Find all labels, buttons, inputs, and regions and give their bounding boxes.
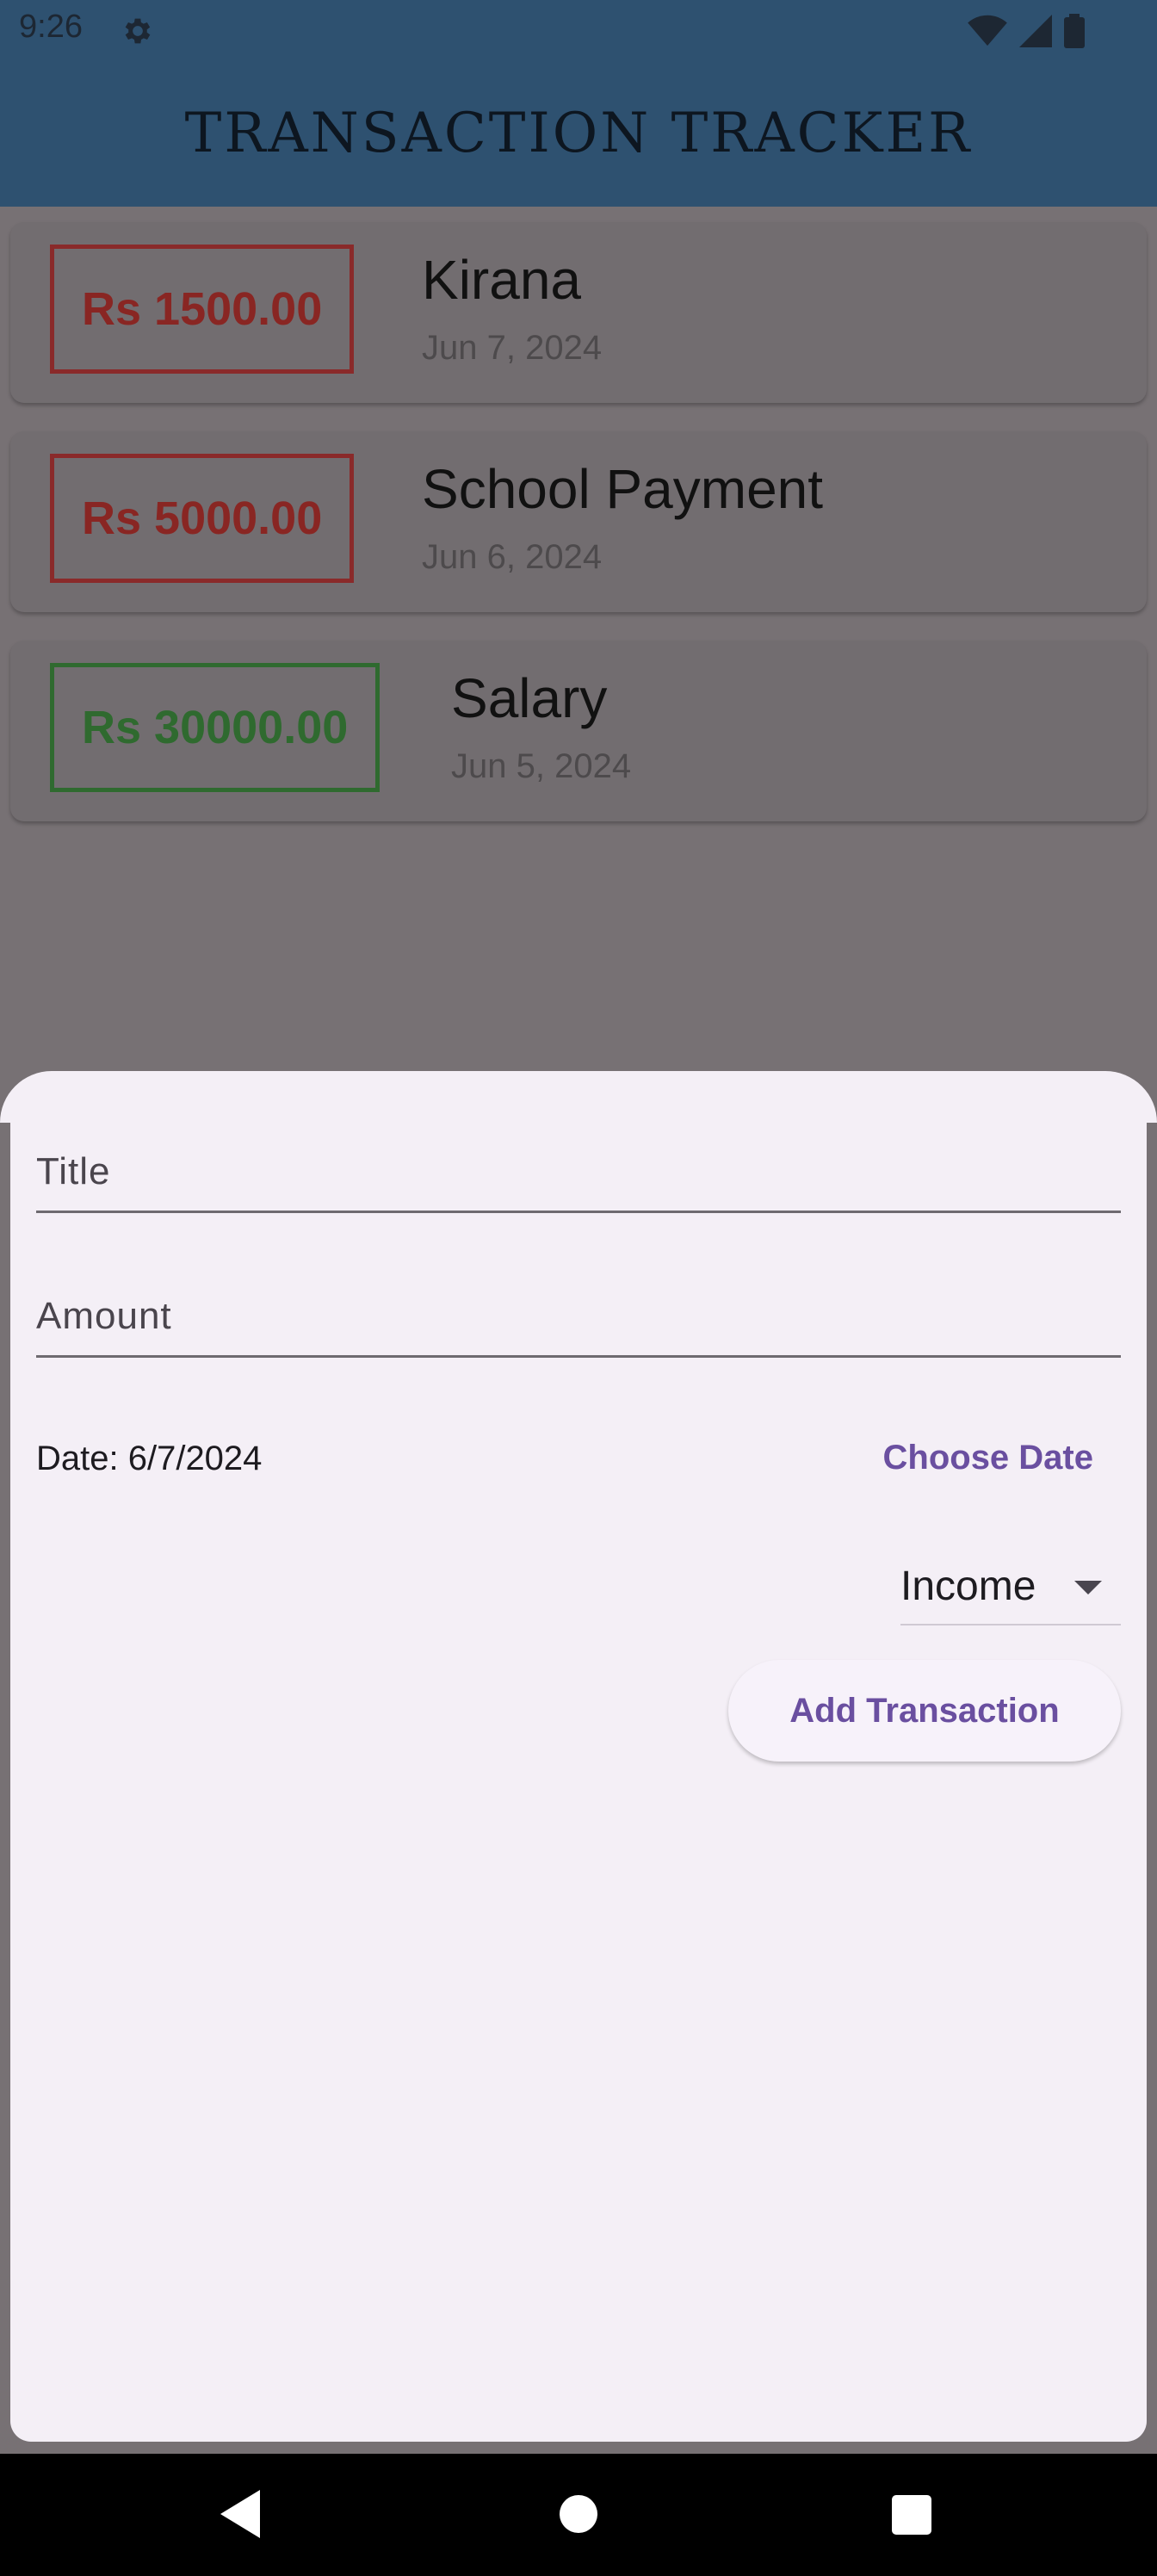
transaction-type-dropdown[interactable]: Income [900,1548,1121,1625]
signal-icon [1019,15,1052,52]
transaction-title: School Payment [422,458,824,520]
transaction-title: Kirana [422,249,581,311]
choose-date-button[interactable]: Choose Date [883,1427,1094,1488]
dropdown-arrow-icon [1074,1581,1102,1595]
back-icon[interactable] [220,2490,260,2538]
transaction-title: Salary [451,667,608,729]
transaction-card[interactable]: Rs 1500.00 Kirana Jun 7, 2024 [10,222,1147,403]
battery-icon [1064,14,1085,53]
wifi-icon [968,15,1007,52]
amount-field[interactable] [36,1278,1121,1358]
gear-icon [121,14,155,48]
transaction-list: Rs 1500.00 Kirana Jun 7, 2024 Rs 5000.00… [10,222,1147,850]
amount-badge: Rs 1500.00 [50,245,355,374]
transaction-date: Jun 7, 2024 [422,329,603,367]
status-bar: 9:26 [0,0,1157,65]
recents-icon[interactable] [892,2495,931,2535]
transaction-card[interactable]: Rs 30000.00 Salary Jun 5, 2024 [10,641,1147,821]
status-icons [968,14,1085,53]
transaction-date: Jun 6, 2024 [422,538,603,576]
app-bar: TRANSACTION TRACKER [0,65,1157,207]
title-field[interactable] [36,1133,1121,1213]
add-transaction-sheet: Date: 6/7/2024 Choose Date Income Add Tr… [10,1074,1147,2442]
app-title: TRANSACTION TRACKER [184,102,973,165]
amount-badge: Rs 5000.00 [50,454,355,583]
title-input[interactable] [36,1133,1121,1211]
selected-date-text: Date: 6/7/2024 [36,1440,263,1477]
transaction-card[interactable]: Rs 5000.00 School Payment Jun 6, 2024 [10,431,1147,612]
transaction-type-value: Income [900,1563,1036,1609]
add-transaction-button[interactable]: Add Transaction [728,1660,1121,1762]
system-nav-bar [0,2454,1157,2576]
transaction-date: Jun 5, 2024 [451,747,632,785]
amount-input[interactable] [36,1278,1121,1355]
screen: 9:26 TRANSACTION TRACKER Rs 1500.00 Kira… [0,0,1157,2576]
home-icon[interactable] [560,2495,597,2533]
amount-badge: Rs 30000.00 [50,663,381,792]
status-time: 9:26 [19,9,83,45]
